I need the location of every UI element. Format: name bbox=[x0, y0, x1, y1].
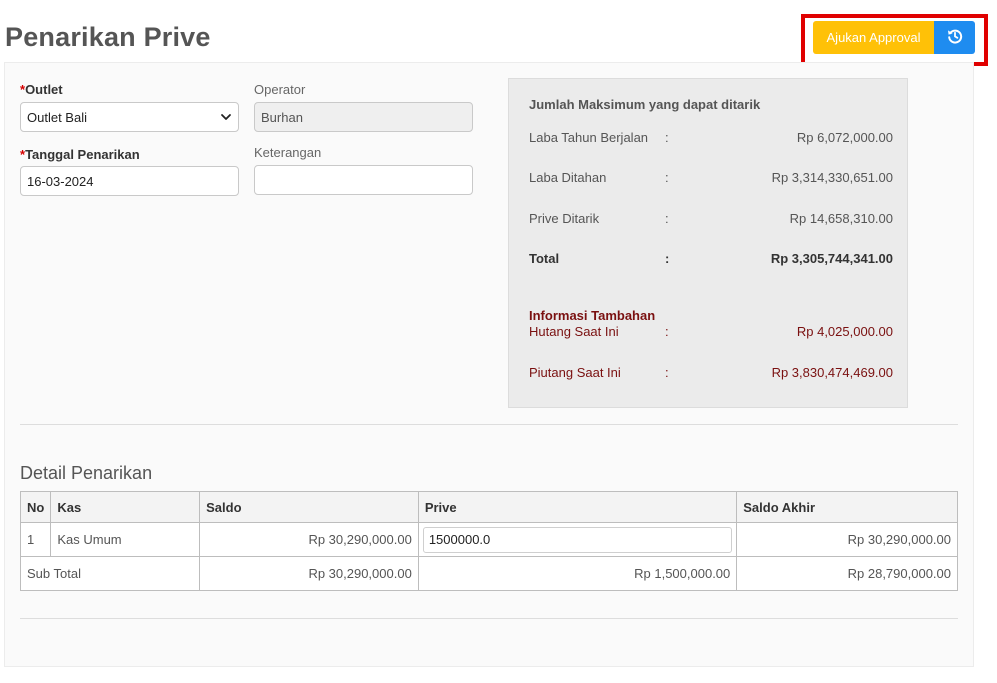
summary-row-value: Rp 14,658,310.00 bbox=[789, 211, 893, 226]
cell-prive: 1500000.0 bbox=[417, 522, 738, 557]
info-row-separator: : bbox=[665, 365, 669, 380]
operator-field: Burhan bbox=[254, 102, 473, 132]
info-row-value: Rp 3,830,474,469.00 bbox=[771, 365, 893, 380]
summary-row: Prive Ditarik : Rp 14,658,310.00 bbox=[529, 211, 893, 229]
prive-input-value: 1500000.0 bbox=[428, 532, 491, 547]
subtotal-label: Sub Total bbox=[19, 556, 201, 591]
column-header-saldo: Saldo bbox=[199, 491, 419, 523]
subtotal-row: Sub Total Rp 30,290,000.00 Rp 1,500,000.… bbox=[19, 556, 958, 591]
column-header-saldo-akhir: Saldo Akhir bbox=[736, 491, 958, 523]
column-header-prive: Prive bbox=[417, 491, 738, 523]
summary-row: Laba Tahun Berjalan : Rp 6,072,000.00 bbox=[529, 130, 893, 148]
column-header-kas: Kas bbox=[50, 491, 201, 523]
outlet-label: *Outlet bbox=[20, 82, 63, 97]
summary-total-value: Rp 3,305,744,341.00 bbox=[770, 251, 893, 266]
cell-saldo-akhir: Rp 30,290,000.00 bbox=[736, 522, 958, 557]
subtotal-saldo: Rp 30,290,000.00 bbox=[199, 556, 419, 591]
subtotal-saldo-akhir: Rp 28,790,000.00 bbox=[736, 556, 958, 591]
outlet-select[interactable]: Outlet Bali bbox=[20, 102, 239, 132]
info-row-label: Piutang Saat Ini bbox=[529, 365, 621, 380]
info-row: Piutang Saat Ini : Rp 3,830,474,469.00 bbox=[529, 365, 893, 383]
cell-saldo: Rp 30,290,000.00 bbox=[199, 522, 419, 557]
divider bbox=[20, 424, 958, 425]
info-row-separator: : bbox=[665, 324, 669, 339]
divider bbox=[20, 618, 958, 619]
prive-input[interactable]: 1500000.0 bbox=[422, 526, 733, 553]
cell-kas: Kas Umum bbox=[50, 522, 201, 557]
tanggal-penarikan-input[interactable]: 16-03-2024 bbox=[20, 166, 239, 196]
summary-row-value: Rp 6,072,000.00 bbox=[796, 130, 893, 145]
summary-row-separator: : bbox=[665, 211, 669, 226]
summary-row: Laba Ditahan : Rp 3,314,330,651.00 bbox=[529, 170, 893, 188]
summary-box: Jumlah Maksimum yang dapat ditarik Laba … bbox=[508, 78, 908, 408]
form-panel: *Outlet Outlet Bali Operator Burhan *Tan… bbox=[4, 62, 974, 667]
summary-row-label: Laba Tahun Berjalan bbox=[529, 130, 649, 145]
operator-label: Operator bbox=[254, 82, 306, 97]
ajukan-approval-button[interactable]: Ajukan Approval bbox=[813, 21, 934, 54]
summary-row-separator: : bbox=[665, 251, 670, 266]
tanggal-value: 16-03-2024 bbox=[27, 173, 94, 189]
tanggal-label: *Tanggal Penarikan bbox=[20, 147, 140, 162]
outlet-label-text: Outlet bbox=[25, 82, 63, 97]
detail-table: No Kas Saldo Prive Saldo Akhir 1 Kas Umu… bbox=[19, 491, 958, 591]
keterangan-input[interactable] bbox=[254, 165, 473, 195]
reset-button[interactable] bbox=[934, 21, 975, 54]
column-header-no: No bbox=[19, 491, 52, 523]
chevron-down-icon bbox=[220, 111, 232, 126]
approval-action-group: Ajukan Approval bbox=[801, 14, 988, 66]
keterangan-label: Keterangan bbox=[254, 145, 322, 160]
detail-section-title: Detail Penarikan bbox=[20, 463, 153, 483]
summary-row-label: Prive Ditarik bbox=[529, 211, 600, 226]
subtotal-prive: Rp 1,500,000.00 bbox=[417, 556, 738, 591]
summary-row-separator: : bbox=[665, 170, 669, 185]
info-tambahan-title: Informasi Tambahan bbox=[529, 308, 656, 323]
outlet-select-value: Outlet Bali bbox=[27, 109, 87, 125]
history-reset-icon bbox=[947, 28, 963, 47]
summary-total-label: Total bbox=[529, 251, 560, 266]
table-header-row: No Kas Saldo Prive Saldo Akhir bbox=[19, 491, 958, 523]
info-row-label: Hutang Saat Ini bbox=[529, 324, 619, 339]
summary-row-label: Laba Ditahan bbox=[529, 170, 607, 185]
page-title: Penarikan Prive bbox=[5, 22, 211, 52]
summary-total-row: Total : Rp 3,305,744,341.00 bbox=[529, 251, 893, 269]
info-row: Hutang Saat Ini : Rp 4,025,000.00 bbox=[529, 324, 893, 342]
summary-title: Jumlah Maksimum yang dapat ditarik bbox=[529, 97, 761, 112]
tanggal-label-text: Tanggal Penarikan bbox=[25, 147, 140, 162]
operator-value: Burhan bbox=[261, 109, 303, 125]
summary-row-separator: : bbox=[665, 130, 669, 145]
table-row: 1 Kas Umum Rp 30,290,000.00 1500000.0 Rp… bbox=[19, 522, 958, 557]
info-row-value: Rp 4,025,000.00 bbox=[796, 324, 893, 339]
cell-no: 1 bbox=[19, 522, 52, 557]
summary-row-value: Rp 3,314,330,651.00 bbox=[771, 170, 893, 185]
